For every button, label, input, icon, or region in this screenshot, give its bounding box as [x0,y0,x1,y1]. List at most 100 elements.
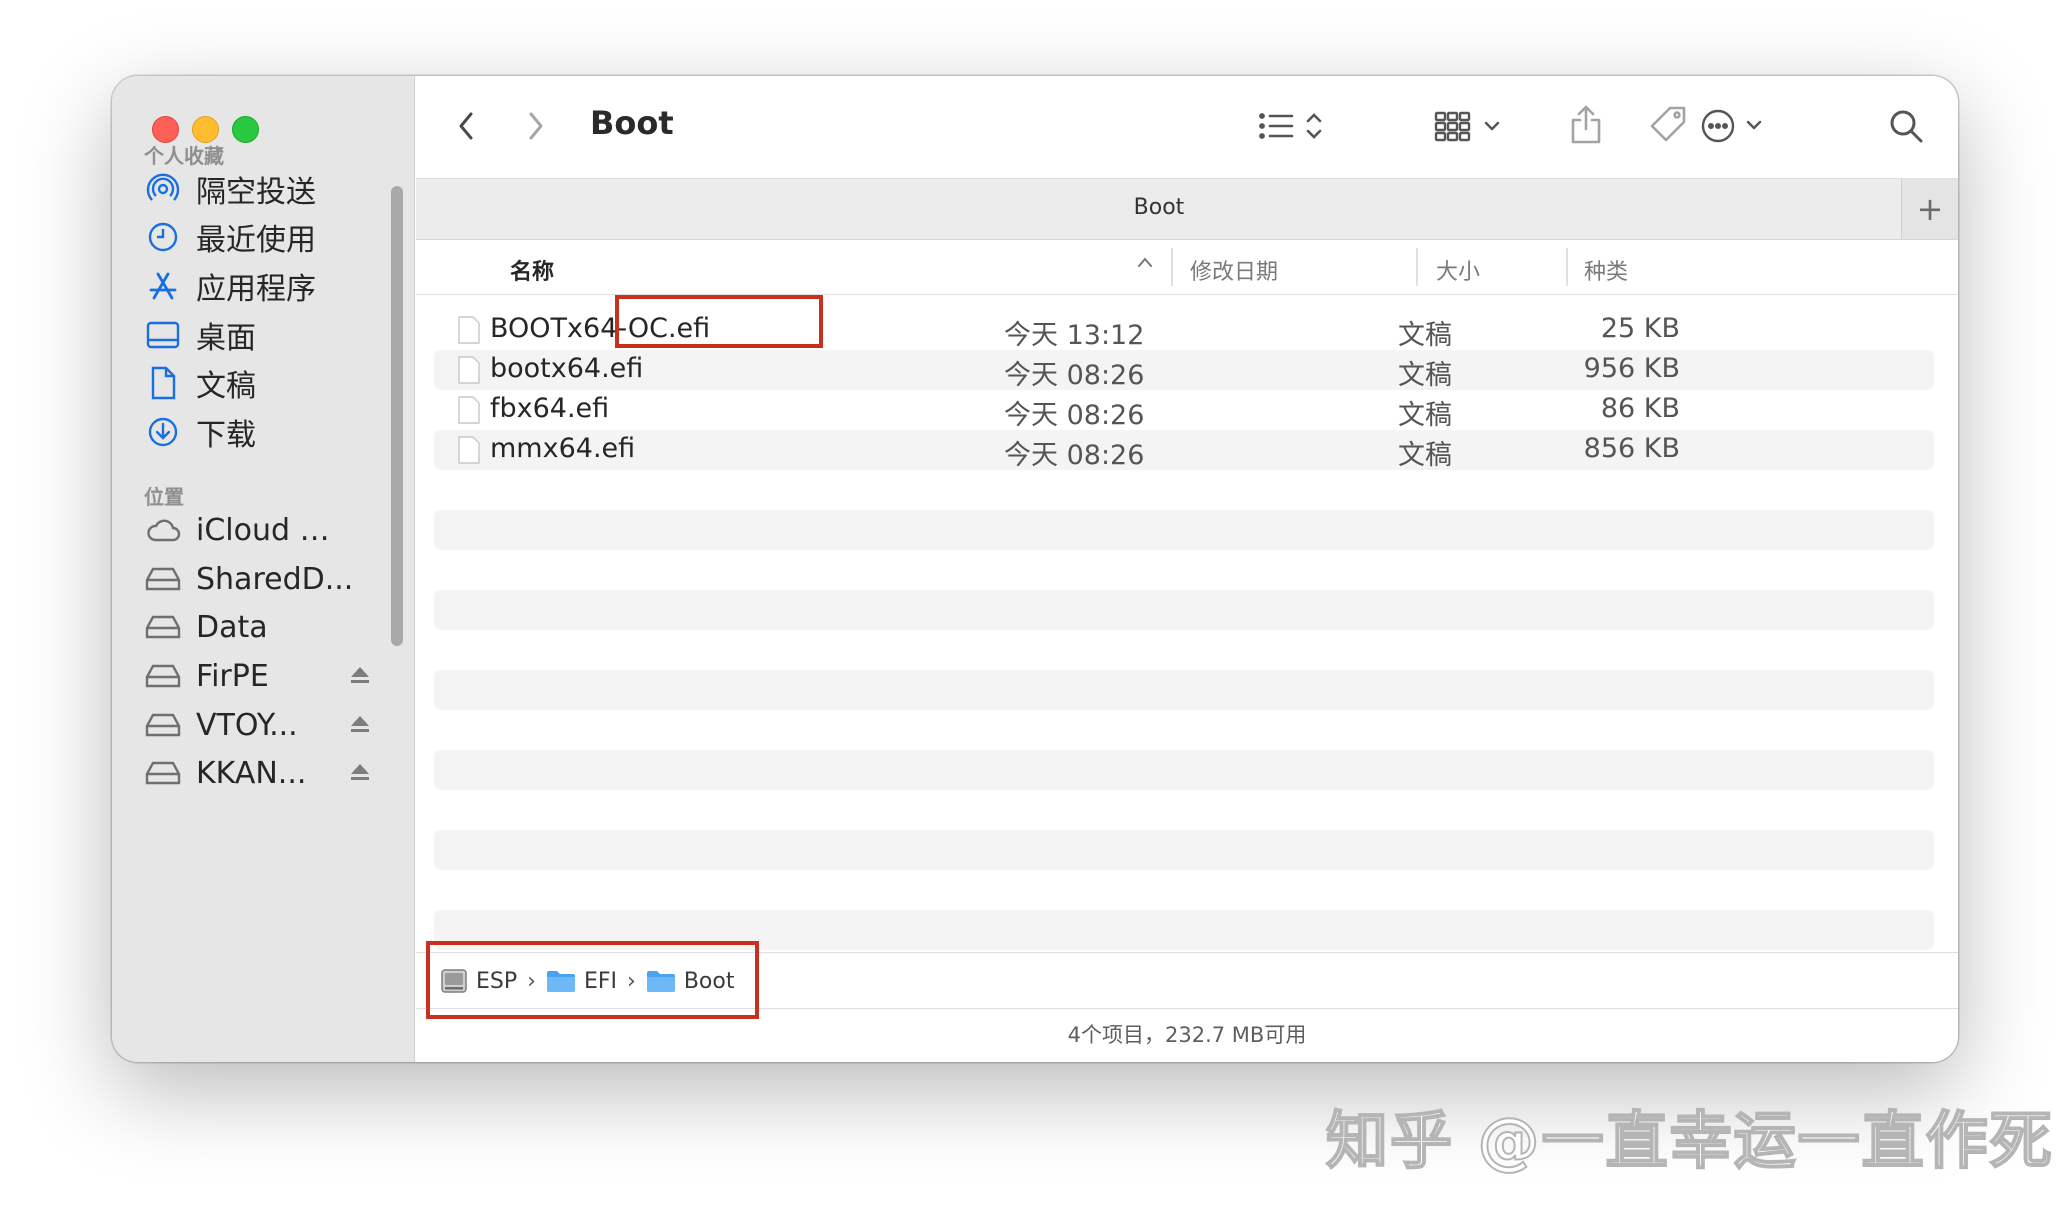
desktop-icon [144,316,182,354]
path-item-boot[interactable]: Boot [646,969,735,994]
sidebar-item-label: 隔空投送 [196,167,316,211]
file-kind: 文稿 [1398,353,1452,392]
column-divider[interactable] [1416,248,1418,286]
sidebar-item-label: 桌面 [196,313,256,357]
path-bar: ESP › EFI › Boot [416,952,1958,1009]
sidebar-item-label: VTOY... [196,708,298,743]
sidebar-item-label: 最近使用 [196,215,316,259]
sidebar-item-desktop[interactable]: 桌面 [144,310,384,360]
back-button[interactable] [446,106,486,146]
grid-view-icon [1434,109,1510,143]
search-button[interactable] [1884,104,1928,148]
sidebar-item-documents[interactable]: 文稿 [144,358,384,408]
file-icon [458,396,480,424]
sidebar-item-vtoy[interactable]: VTOY... [144,700,384,750]
clock-icon [144,218,182,256]
file-kind: 文稿 [1398,313,1452,352]
sidebar-scrollbar[interactable] [391,186,403,646]
column-divider[interactable] [1566,248,1568,286]
document-icon [144,364,182,402]
path-separator: › [627,969,636,994]
zoom-window-button[interactable] [232,116,259,143]
group-button[interactable] [1434,104,1510,148]
file-size: 956 KB [1584,353,1680,384]
path-item-efi[interactable]: EFI [546,969,617,994]
empty-row-stripe [434,510,1934,550]
share-icon [1569,103,1603,145]
file-icon [458,356,480,384]
sidebar-item-downloads[interactable]: 下载 [144,407,384,457]
file-size: 25 KB [1601,313,1680,344]
file-kind: 文稿 [1398,433,1452,472]
sidebar-item-label: iCloud … [196,513,330,548]
airdrop-icon [144,170,182,208]
watermark: 知乎 @一直幸运一直作死 [1326,1090,2054,1180]
sidebar: 个人收藏 隔空投送 最近使用 [112,76,415,1062]
sidebar-item-label: Data [196,610,268,645]
sidebar-item-recents[interactable]: 最近使用 [144,212,384,262]
tab-boot[interactable]: Boot [416,195,1902,220]
table-row[interactable]: mmx64.efi 今天 08:26 856 KB 文稿 [434,430,1934,470]
file-name: fbx64.efi [490,393,609,424]
close-window-button[interactable] [152,116,179,143]
column-header: 名称 修改日期 大小 种类 [416,240,1958,295]
sidebar-item-applications[interactable]: 应用程序 [144,261,384,311]
column-kind[interactable]: 种类 [1584,254,1628,286]
forward-button[interactable] [516,106,556,146]
column-divider[interactable] [1171,248,1173,286]
sidebar-item-airdrop[interactable]: 隔空投送 [144,164,384,214]
empty-row-stripe [434,910,1934,950]
share-button[interactable] [1564,100,1608,148]
file-date: 今天 08:26 [1004,433,1144,472]
sidebar-item-kkan[interactable]: KKAN... [144,748,384,798]
window-title: Boot [590,104,674,142]
minimize-window-button[interactable] [192,116,219,143]
file-date: 今天 08:26 [1004,353,1144,392]
file-date: 今天 13:12 [1004,313,1144,352]
file-name: BOOTx64-OC.efi [490,313,710,344]
table-row[interactable]: bootx64.efi 今天 08:26 956 KB 文稿 [434,350,1934,390]
status-bar: 4个项目，232.7 MB可用 [416,1008,1958,1062]
table-row[interactable]: BOOTx64-OC.efi 今天 13:12 25 KB 文稿 [434,310,1934,350]
list-view-button[interactable] [1256,104,1332,148]
sidebar-item-firpe[interactable]: FirPE [144,651,384,701]
eject-icon[interactable] [349,714,371,738]
search-icon [1888,108,1924,144]
file-name: bootx64.efi [490,353,643,384]
eject-icon[interactable] [349,665,371,689]
cloud-icon [144,511,182,549]
eject-icon[interactable] [349,762,371,786]
finder-window: 个人收藏 隔空投送 最近使用 [112,76,1958,1062]
sidebar-item-shared-drive[interactable]: SharedD... [144,554,384,604]
sort-ascending-icon[interactable] [1136,254,1154,273]
chevron-left-icon [456,110,476,142]
disk-icon [440,968,468,994]
file-icon [458,316,480,344]
plus-icon: + [1917,190,1944,228]
sidebar-item-label: 文稿 [196,361,256,405]
folder-icon [646,969,676,993]
file-date: 今天 08:26 [1004,393,1144,432]
file-size: 856 KB [1584,433,1680,464]
sidebar-item-data[interactable]: Data [144,602,384,652]
column-date[interactable]: 修改日期 [1190,254,1278,286]
drive-icon [144,706,182,744]
column-size[interactable]: 大小 [1436,254,1480,286]
sidebar-item-icloud[interactable]: iCloud … [144,505,384,555]
sidebar-item-label: 应用程序 [196,264,316,308]
tag-button[interactable] [1646,102,1690,146]
path-item-esp[interactable]: ESP [440,968,517,994]
more-actions-button[interactable] [1698,104,1774,148]
column-name[interactable]: 名称 [510,254,554,286]
empty-row-stripe [434,830,1934,870]
sidebar-item-label: FirPE [196,659,269,694]
table-row[interactable]: fbx64.efi 今天 08:26 86 KB 文稿 [434,390,1934,430]
sidebar-item-label: SharedD... [196,562,353,597]
new-tab-button[interactable]: + [1901,179,1958,239]
empty-row-stripe [434,750,1934,790]
file-icon [458,436,480,464]
sidebar-item-label: KKAN... [196,756,306,791]
download-icon [144,413,182,451]
sidebar-item-label: 下载 [196,410,256,454]
empty-row-stripe [434,670,1934,710]
